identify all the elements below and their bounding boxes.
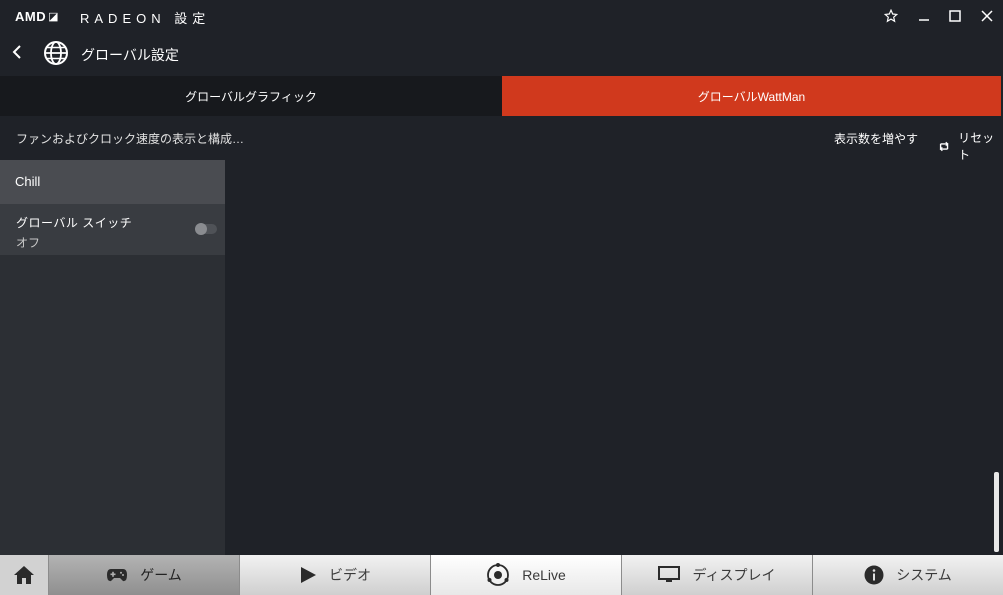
nav-home-button[interactable]	[0, 555, 48, 595]
title-bar: AMD ◪ RADEON 設定	[0, 0, 1003, 32]
scrollbar-thumb[interactable]	[994, 472, 999, 552]
app-title: RADEON 設定	[80, 11, 211, 26]
gamepad-icon	[107, 569, 128, 582]
nav-relive-label: ReLive	[522, 567, 566, 583]
reset-label: リセット	[958, 131, 995, 162]
chill-section-header[interactable]: Chill	[0, 160, 225, 204]
minimize-icon	[919, 19, 929, 21]
maximize-icon	[949, 10, 961, 22]
close-button[interactable]	[975, 6, 999, 26]
tab-global-wattman[interactable]: グローバルWattMan	[502, 76, 1001, 116]
toggle-knob	[195, 223, 207, 235]
nav-display-label: ディスプレイ	[692, 567, 776, 583]
play-icon	[301, 567, 316, 583]
global-switch-value: オフ	[16, 236, 41, 250]
minimize-button[interactable]	[912, 6, 936, 26]
amd-logo: AMD ◪	[15, 9, 59, 24]
nav-video-button[interactable]: ビデオ	[239, 555, 430, 595]
page-header: グローバル設定	[0, 32, 1003, 76]
favorite-star-button[interactable]	[879, 6, 903, 26]
amd-arrow-icon: ◪	[48, 11, 60, 23]
star-icon	[884, 9, 898, 23]
monitor-icon	[658, 566, 681, 582]
show-more-link[interactable]: 表示数を増やす	[834, 130, 918, 147]
globe-icon	[43, 40, 69, 66]
close-icon	[981, 10, 993, 22]
bottom-navigation: ゲーム ビデオ ReLive ディスプレイ システム	[0, 555, 1003, 595]
sub-toolbar: ファンおよびクロック速度の表示と構成… 表示数を増やす リセット	[0, 116, 1003, 163]
nav-game-button[interactable]: ゲーム	[48, 555, 239, 595]
reset-button[interactable]: リセット	[938, 129, 1003, 163]
settings-panel: Chill グローバル スイッチ オフ	[0, 160, 225, 555]
maximize-button[interactable]	[943, 6, 967, 26]
nav-game-label: ゲーム	[140, 567, 182, 583]
nav-display-button[interactable]: ディスプレイ	[621, 555, 812, 595]
chevron-left-icon	[12, 45, 21, 59]
nav-system-button[interactable]: システム	[812, 555, 1003, 595]
chill-label: Chill	[15, 174, 41, 189]
tab-global-graphics[interactable]: グローバルグラフィック	[0, 76, 502, 116]
nav-system-label: システム	[896, 567, 952, 583]
nav-video-label: ビデオ	[329, 567, 371, 583]
nav-relive-button[interactable]: ReLive	[430, 555, 621, 595]
section-description: ファンおよびクロック速度の表示と構成…	[16, 132, 245, 146]
reset-icon	[939, 141, 949, 151]
relive-icon	[487, 563, 510, 586]
global-switch-label: グローバル スイッチ	[16, 216, 133, 230]
info-icon	[864, 565, 884, 585]
page-title: グローバル設定	[81, 47, 179, 63]
brand-text: AMD	[15, 9, 47, 24]
global-switch-row[interactable]: グローバル スイッチ オフ	[0, 204, 225, 255]
global-switch-toggle[interactable]	[195, 223, 217, 235]
home-icon	[14, 566, 34, 584]
tab-bar: グローバルグラフィック グローバルWattMan	[0, 76, 1003, 116]
back-button[interactable]	[8, 42, 28, 62]
